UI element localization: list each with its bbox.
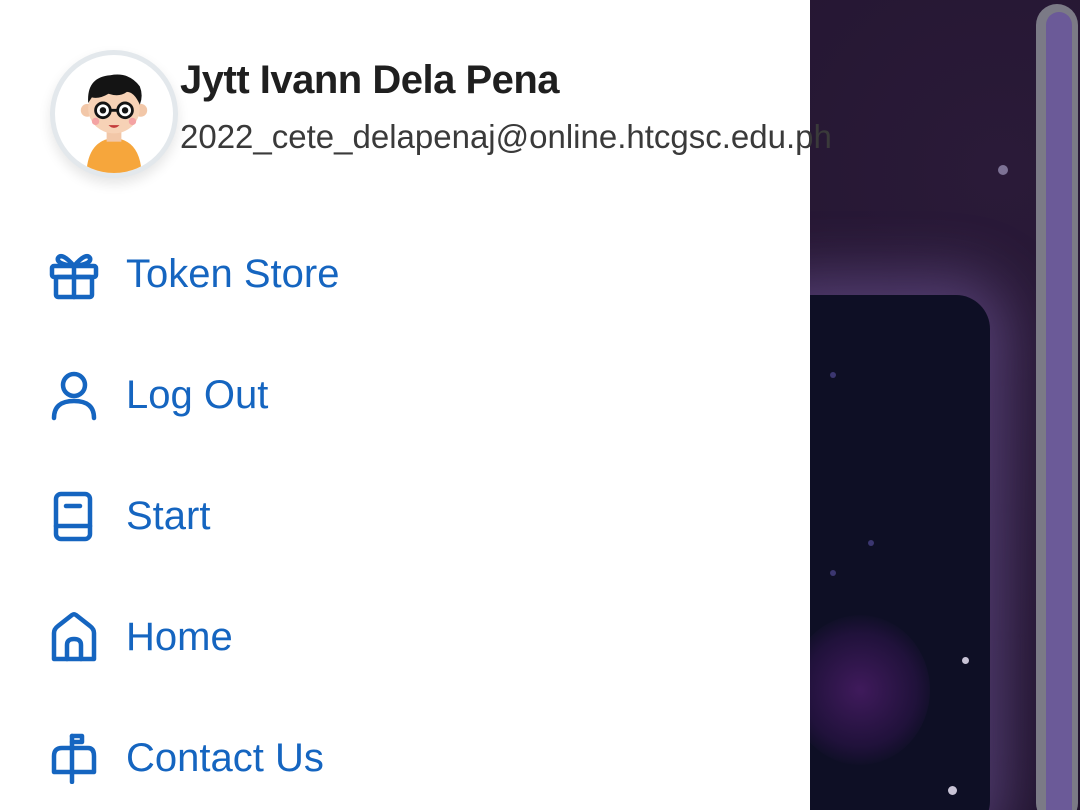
star-dot: [830, 570, 836, 576]
menu-label: Token Store: [126, 251, 340, 296]
menu-label: Start: [126, 493, 211, 538]
menu-item-contact-us[interactable]: Contact Us: [48, 728, 324, 788]
menu-label: Log Out: [126, 372, 269, 417]
book-icon: [48, 490, 100, 542]
background-planet: [790, 615, 930, 765]
menu-item-start[interactable]: Start: [48, 486, 210, 546]
star-dot: [830, 372, 836, 378]
mailbox-icon: [48, 732, 100, 784]
home-icon: [48, 611, 100, 663]
avatar[interactable]: [50, 50, 178, 178]
user-name: Jytt Ivann Dela Pena: [180, 58, 560, 102]
menu-label: Contact Us: [126, 735, 324, 780]
star-dot: [998, 165, 1008, 175]
star-dot: [962, 657, 969, 664]
gift-icon: [48, 248, 100, 300]
user-email: 2022_cete_delapenaj@online.htcgsc.edu.ph: [180, 118, 832, 155]
scrollbar-thumb[interactable]: [1046, 12, 1072, 810]
menu-label: Home: [126, 614, 233, 659]
user-icon: [48, 369, 100, 421]
navigation-drawer: Jytt Ivann Dela Pena 2022_cete_delapenaj…: [0, 0, 832, 810]
menu-item-token-store[interactable]: Token Store: [48, 244, 339, 304]
menu-item-home[interactable]: Home: [48, 607, 233, 667]
star-dot: [868, 540, 874, 546]
menu-item-log-out[interactable]: Log Out: [48, 365, 268, 425]
avatar-illustration: [80, 74, 148, 173]
star-dot: [948, 786, 957, 795]
